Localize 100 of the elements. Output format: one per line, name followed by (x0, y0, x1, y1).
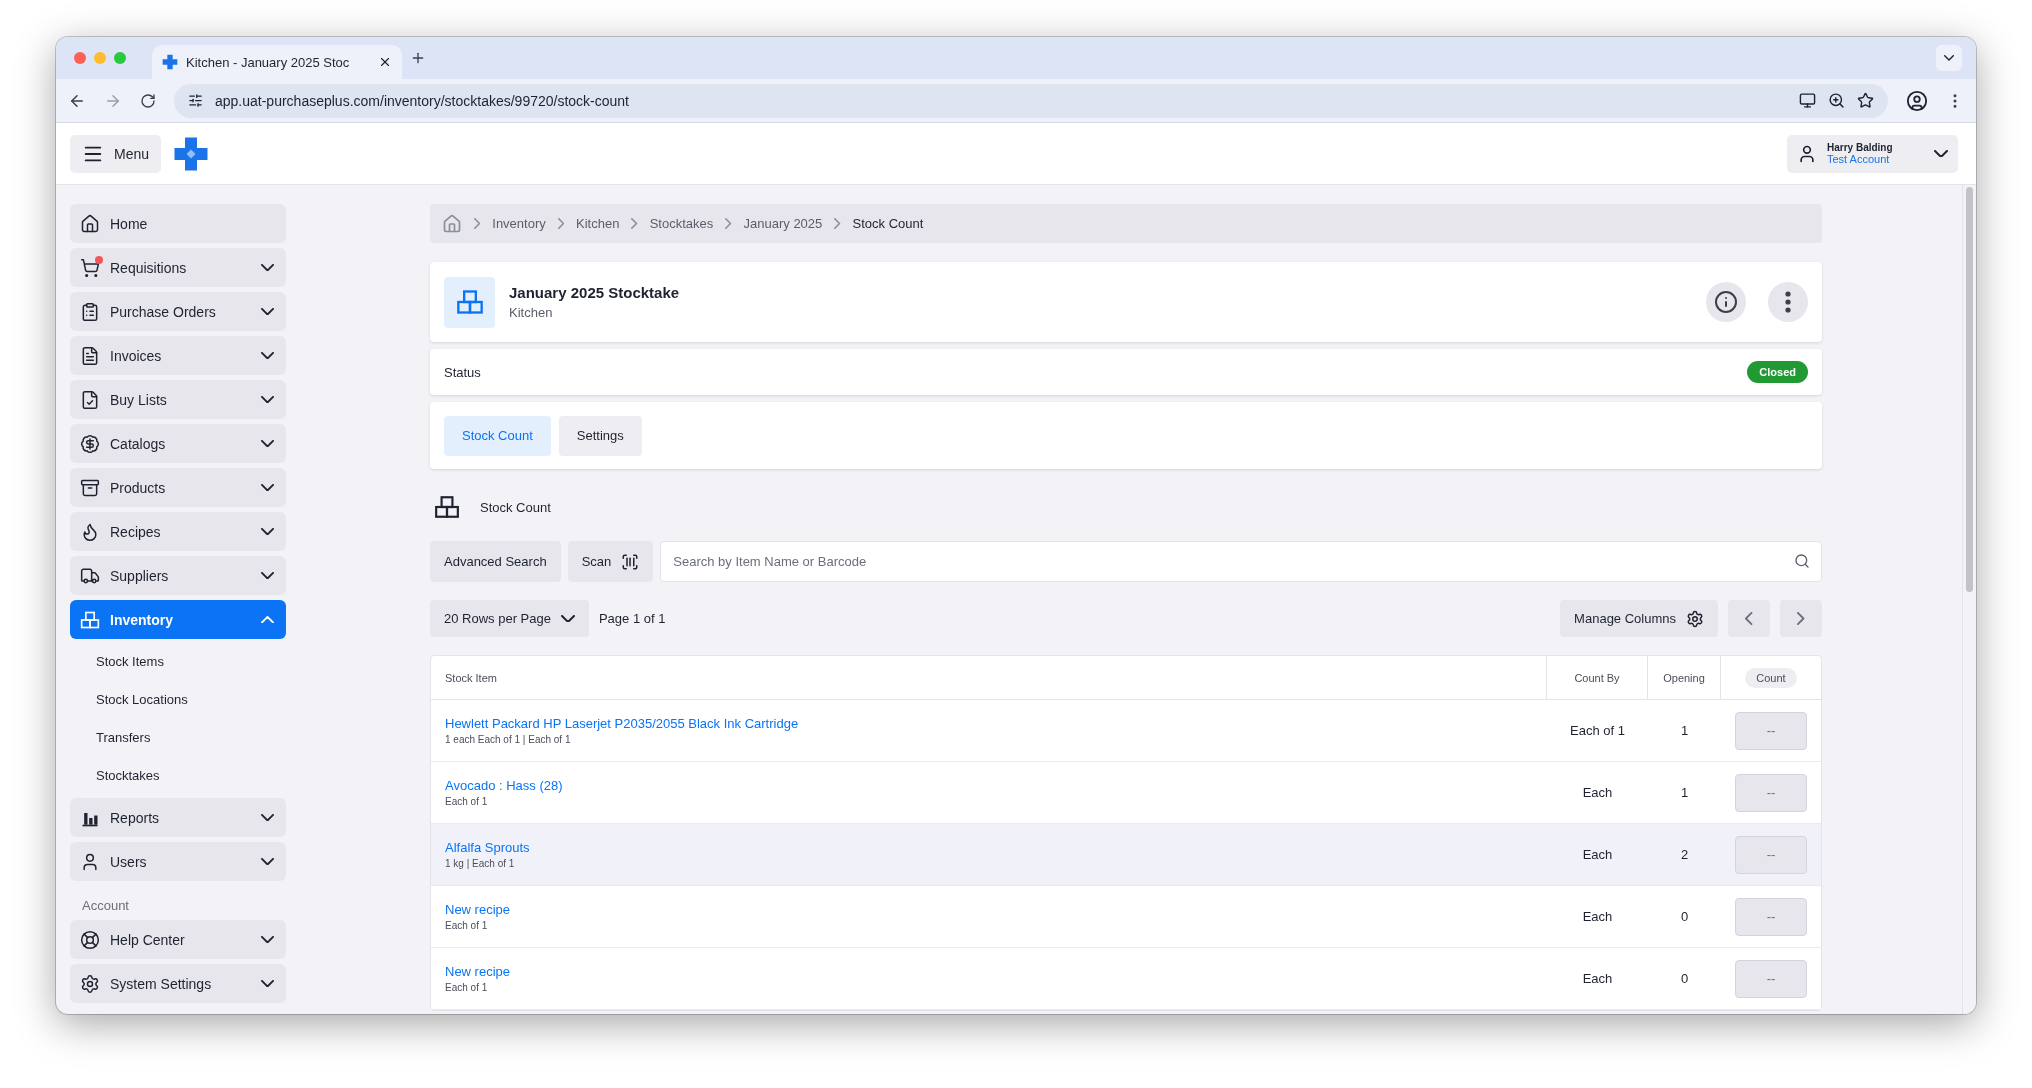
opening-cell: 2 (1680, 847, 1689, 862)
opening-cell: 1 (1680, 723, 1689, 738)
chevron-right-icon (725, 218, 732, 229)
count-input[interactable]: -- (1735, 711, 1807, 750)
count-input[interactable]: -- (1735, 835, 1807, 874)
sidebar-item[interactable]: Home (70, 204, 286, 243)
user-menu-button[interactable]: Harry Balding Test Account (1787, 134, 1958, 173)
browser-tab[interactable]: Kitchen - January 2025 Stoc (152, 45, 402, 79)
sidebar-item[interactable]: Reports (70, 798, 286, 837)
chevron-down-icon (261, 979, 274, 988)
breadcrumb-link[interactable]: Inventory (492, 216, 546, 231)
item-link[interactable]: Alfalfa Sprouts (445, 840, 530, 855)
chevron-down-icon (261, 571, 274, 580)
checked-document-icon (80, 389, 100, 410)
sidebar-subitem[interactable]: Transfers (70, 721, 286, 754)
sidebar-item[interactable]: Requisitions (70, 248, 286, 287)
more-button[interactable] (1768, 282, 1808, 322)
count-by-cell: Each (1582, 785, 1613, 800)
sidebar-item[interactable]: Invoices (70, 336, 286, 375)
sidebar-item[interactable]: Users (70, 842, 286, 881)
count-input[interactable]: -- (1735, 897, 1807, 936)
sidebar-item[interactable]: Inventory (70, 600, 286, 639)
column-header[interactable]: Count (1745, 667, 1797, 688)
next-page-button[interactable] (1780, 600, 1822, 637)
sidebar-subitem[interactable]: Stocktakes (70, 759, 286, 792)
chevron-down-icon (560, 614, 575, 623)
reload-icon[interactable] (140, 92, 156, 109)
item-link[interactable]: New recipe (445, 902, 511, 917)
user-icon (80, 851, 100, 872)
tab[interactable]: Settings (558, 415, 642, 456)
settings-icon (80, 973, 100, 994)
chevron-down-icon (261, 857, 274, 866)
item-link[interactable]: Avocado : Hass (28) (445, 778, 563, 793)
address-bar[interactable]: app.uat-purchaseplus.com/inventory/stocktakes/99720/stock-count (174, 83, 1888, 118)
breadcrumb-link[interactable]: Stocktakes (649, 216, 714, 231)
scan-button[interactable]: Scan (567, 541, 654, 582)
chevron-right-icon (834, 218, 841, 229)
chevron-right-icon (474, 218, 481, 229)
tab-menu-button[interactable] (1936, 45, 1962, 71)
app-logo[interactable] (173, 135, 210, 172)
breadcrumb-link[interactable]: Stock Count (852, 216, 924, 231)
item-link[interactable]: Hewlett Packard HP Laserjet P2035/2055 Black Ink Cartridge (445, 716, 799, 731)
section-title: Stock Count (480, 499, 551, 515)
sidebar-item[interactable]: Catalogs (70, 424, 286, 463)
boxes-icon (434, 494, 460, 520)
home-icon[interactable] (442, 213, 462, 234)
search-icon[interactable] (1794, 553, 1810, 569)
sidebar-subitem[interactable]: Stock Locations (70, 683, 286, 716)
app-logo-icon (162, 54, 178, 70)
count-by-cell: Each (1582, 971, 1613, 986)
sidebar-subitem[interactable]: Stock Items (70, 645, 286, 678)
advanced-search-button[interactable]: Advanced Search (430, 541, 561, 582)
rows-per-page-dropdown[interactable]: 20 Rows per Page (430, 600, 589, 637)
new-tab-icon[interactable] (410, 50, 426, 66)
count-by-cell: Each (1582, 909, 1613, 924)
flame-icon (80, 521, 100, 542)
boxes-icon (455, 288, 484, 316)
sidebar-item[interactable]: Buy Lists (70, 380, 286, 419)
tab[interactable]: Stock Count (444, 415, 551, 456)
clipboard-icon (80, 301, 100, 322)
more-icon (1785, 291, 1791, 313)
breadcrumb-link[interactable]: Kitchen (576, 216, 620, 231)
count-by-cell: Each (1582, 847, 1613, 862)
sidebar-item[interactable]: System Settings (70, 964, 286, 1003)
opening-cell: 0 (1680, 909, 1689, 924)
chevron-down-icon (261, 527, 274, 536)
zoom-icon[interactable] (1828, 92, 1845, 109)
info-icon (1714, 290, 1738, 314)
sidebar-item[interactable]: Help Center (70, 920, 286, 959)
user-icon (1797, 143, 1817, 164)
chevron-left-icon (1745, 612, 1753, 625)
manage-columns-button[interactable]: Manage Columns (1560, 600, 1718, 637)
sidebar-item[interactable]: Suppliers (70, 556, 286, 595)
item-detail: Each of 1 (445, 796, 488, 807)
menu-button[interactable]: Menu (70, 134, 162, 173)
info-button[interactable] (1706, 282, 1746, 322)
gear-icon (1686, 609, 1704, 628)
barcode-icon (621, 552, 640, 571)
scroll-bar[interactable] (1962, 185, 1976, 1014)
sidebar-item[interactable]: Recipes (70, 512, 286, 551)
sidebar-item[interactable]: Products (70, 468, 286, 507)
count-input[interactable]: -- (1735, 773, 1807, 812)
section-heading: Account (81, 897, 130, 915)
sidebar-item[interactable]: Purchase Orders (70, 292, 286, 331)
search-field[interactable]: Search by Item Name or Barcode (660, 541, 1822, 582)
bookmark-star-icon[interactable] (1857, 92, 1874, 109)
site-settings-icon[interactable] (188, 93, 203, 108)
page-title: January 2025 Stocktake (509, 284, 681, 301)
profile-icon[interactable] (1906, 89, 1928, 112)
boxes-icon (80, 609, 100, 630)
status-label: Status (444, 364, 482, 380)
column-header: Opening (1663, 671, 1705, 684)
breadcrumb-link[interactable]: January 2025 (743, 216, 823, 231)
page-info: Page 1 of 1 (598, 611, 666, 626)
chevron-down-icon (1944, 55, 1954, 61)
count-input[interactable]: -- (1735, 959, 1807, 998)
close-icon[interactable] (378, 55, 392, 69)
lifebuoy-icon (80, 929, 100, 950)
chevron-right-icon (1797, 612, 1805, 625)
item-link[interactable]: New recipe (445, 964, 511, 979)
